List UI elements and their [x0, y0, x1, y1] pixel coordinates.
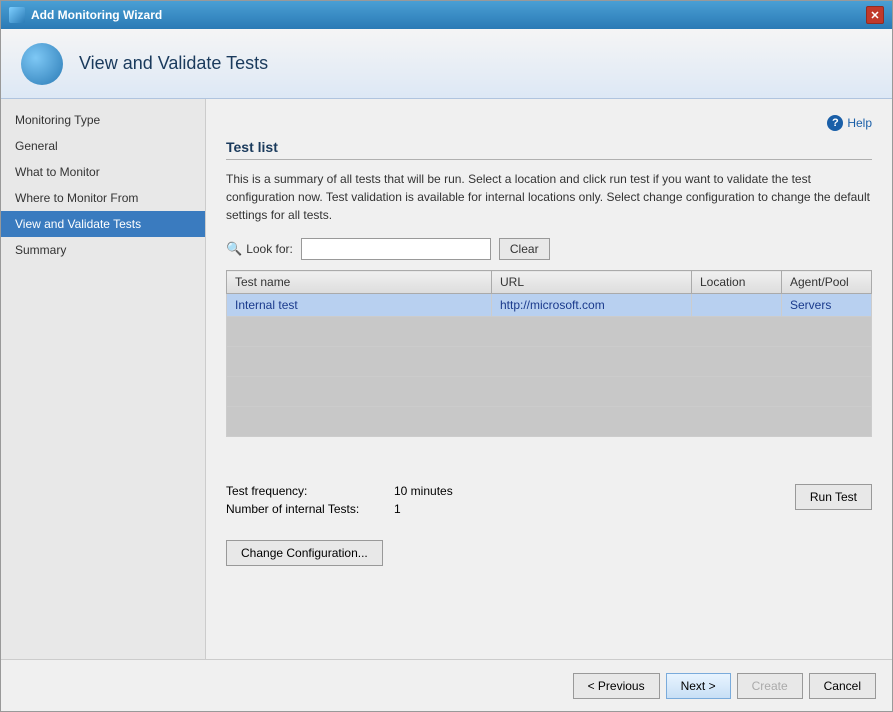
sidebar-item-general[interactable]: General	[1, 133, 205, 159]
create-button[interactable]: Create	[737, 673, 803, 699]
run-test-button[interactable]: Run Test	[795, 484, 872, 510]
frequency-value: 10 minutes	[394, 484, 453, 498]
cell-location	[692, 294, 782, 317]
title-bar: Add Monitoring Wizard ✕	[1, 1, 892, 29]
window-title: Add Monitoring Wizard	[31, 8, 162, 22]
cell-agent-pool: Servers	[782, 294, 872, 317]
cell-test-name: Internal test	[227, 294, 492, 317]
header-title: View and Validate Tests	[79, 53, 268, 74]
test-table: Test name URL Location Agent/Pool Intern…	[226, 270, 872, 437]
content-area: Monitoring Type General What to Monitor …	[1, 99, 892, 659]
table-row-empty-1	[227, 317, 872, 347]
cancel-button[interactable]: Cancel	[809, 673, 876, 699]
table-row-empty-4	[227, 407, 872, 437]
frequency-label: Test frequency:	[226, 484, 386, 498]
header-bar: View and Validate Tests	[1, 29, 892, 99]
footer: < Previous Next > Create Cancel	[1, 659, 892, 711]
sidebar-item-monitoring-type[interactable]: Monitoring Type	[1, 107, 205, 133]
internal-tests-label: Number of internal Tests:	[226, 502, 386, 516]
previous-button[interactable]: < Previous	[573, 673, 660, 699]
sidebar-item-where-monitor-from[interactable]: Where to Monitor From	[1, 185, 205, 211]
cell-url: http://microsoft.com	[492, 294, 692, 317]
clear-button[interactable]: Clear	[499, 238, 550, 260]
sidebar-item-what-to-monitor[interactable]: What to Monitor	[1, 159, 205, 185]
look-for-input[interactable]	[301, 238, 491, 260]
info-section: Test frequency: 10 minutes Number of int…	[226, 484, 453, 566]
search-icon: 🔍	[226, 241, 242, 257]
sidebar-item-summary[interactable]: Summary	[1, 237, 205, 263]
app-icon	[9, 7, 25, 23]
change-config-button[interactable]: Change Configuration...	[226, 540, 383, 566]
table-row[interactable]: Internal test http://microsoft.com Serve…	[227, 294, 872, 317]
look-for-row: 🔍 Look for: Clear	[226, 238, 872, 260]
help-link[interactable]: ? Help	[827, 115, 872, 131]
header-icon	[21, 43, 63, 85]
internal-tests-value: 1	[394, 502, 453, 516]
sidebar-item-view-validate[interactable]: View and Validate Tests	[1, 211, 205, 237]
col-test-name: Test name	[227, 271, 492, 294]
look-for-label: 🔍 Look for:	[226, 241, 293, 257]
look-for-text: Look for:	[246, 242, 293, 256]
col-location: Location	[692, 271, 782, 294]
info-grid: Test frequency: 10 minutes Number of int…	[226, 484, 453, 516]
main-window: Add Monitoring Wizard ✕ View and Validat…	[0, 0, 893, 712]
main-panel: ? Help Test list This is a summary of al…	[206, 99, 892, 659]
help-icon: ?	[827, 115, 843, 131]
table-header-row: Test name URL Location Agent/Pool	[227, 271, 872, 294]
section-title: Test list	[226, 139, 872, 160]
col-url: URL	[492, 271, 692, 294]
help-row: ? Help	[226, 115, 872, 131]
sidebar: Monitoring Type General What to Monitor …	[1, 99, 206, 659]
help-label: Help	[847, 116, 872, 130]
table-row-empty-2	[227, 347, 872, 377]
close-button[interactable]: ✕	[866, 6, 884, 24]
info-run-row: Test frequency: 10 minutes Number of int…	[226, 484, 872, 566]
description-text: This is a summary of all tests that will…	[226, 170, 872, 224]
table-row-empty-3	[227, 377, 872, 407]
col-agent-pool: Agent/Pool	[782, 271, 872, 294]
test-table-container: Test name URL Location Agent/Pool Intern…	[226, 270, 872, 470]
next-button[interactable]: Next >	[666, 673, 731, 699]
